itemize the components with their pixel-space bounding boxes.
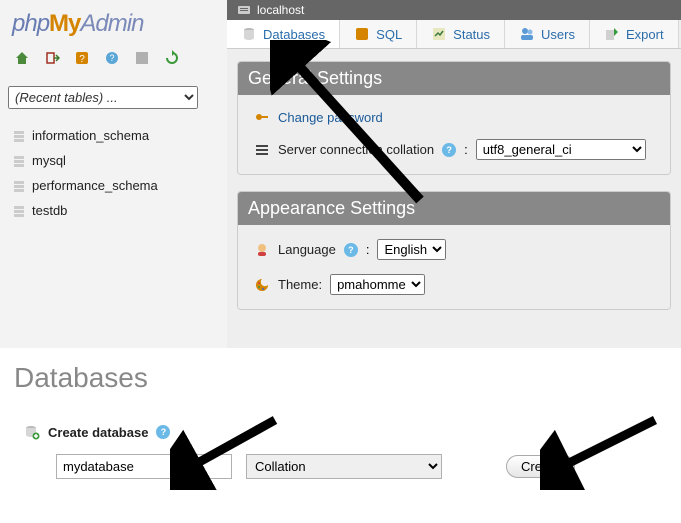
database-name-input[interactable] xyxy=(56,454,232,479)
reload-icon[interactable] xyxy=(164,50,180,66)
database-icon xyxy=(12,179,26,193)
databases-icon xyxy=(241,26,257,42)
database-icon xyxy=(12,204,26,218)
collation-icon xyxy=(254,142,270,158)
tab-bar: Databases SQL Status Users Export xyxy=(227,20,681,49)
collation-label: Server connection collation xyxy=(278,142,434,157)
create-db-icon xyxy=(24,424,40,440)
help-icon[interactable]: ? xyxy=(156,425,170,439)
svg-text:?: ? xyxy=(79,54,85,65)
tab-status[interactable]: Status xyxy=(417,20,505,48)
tab-users[interactable]: Users xyxy=(505,20,590,48)
breadcrumb: localhost xyxy=(227,0,681,20)
svg-text:?: ? xyxy=(109,53,114,63)
create-database-label: Create database xyxy=(48,425,148,440)
database-icon xyxy=(12,129,26,143)
language-label: Language xyxy=(278,242,336,257)
status-icon xyxy=(431,26,447,42)
db-item[interactable]: information_schema xyxy=(8,123,219,148)
query-icon[interactable]: ? xyxy=(74,50,90,66)
breadcrumb-host: localhost xyxy=(257,3,304,17)
change-password-link[interactable]: Change password xyxy=(278,110,383,125)
logout-icon[interactable] xyxy=(44,50,60,66)
theme-label: Theme: xyxy=(278,277,322,292)
create-button[interactable]: Create xyxy=(506,455,575,478)
users-icon xyxy=(519,26,535,42)
collation-select[interactable]: utf8_general_ci xyxy=(476,139,646,160)
sidebar-toolbar: ? ? xyxy=(8,46,219,82)
password-icon xyxy=(254,109,270,125)
theme-select[interactable]: pmahomme xyxy=(330,274,425,295)
appearance-settings-panel: Appearance Settings Language ? : English… xyxy=(237,191,671,310)
help-icon[interactable]: ? xyxy=(442,143,456,157)
database-icon xyxy=(12,154,26,168)
phpmyadmin-logo: phpMyAdmin xyxy=(8,6,219,46)
settings-icon[interactable] xyxy=(134,50,150,66)
tab-sql[interactable]: SQL xyxy=(340,20,417,48)
home-icon[interactable] xyxy=(14,50,30,66)
page-title: Databases xyxy=(10,362,671,394)
main-panel: localhost Databases SQL Status Users Exp… xyxy=(227,0,681,348)
language-icon xyxy=(254,242,270,258)
db-item[interactable]: mysql xyxy=(8,148,219,173)
tab-databases[interactable]: Databases xyxy=(227,20,340,48)
docs-icon[interactable]: ? xyxy=(104,50,120,66)
db-item[interactable]: performance_schema xyxy=(8,173,219,198)
panel-title: General Settings xyxy=(238,62,670,95)
databases-page: Databases Create database ? Collation Cr… xyxy=(0,348,681,499)
export-icon xyxy=(604,26,620,42)
language-select[interactable]: English xyxy=(377,239,446,260)
tab-export[interactable]: Export xyxy=(590,20,679,48)
database-list: information_schema mysql performance_sch… xyxy=(8,123,219,223)
theme-icon xyxy=(254,277,270,293)
server-icon xyxy=(237,3,251,17)
general-settings-panel: General Settings Change password Server … xyxy=(237,61,671,175)
create-collation-select[interactable]: Collation xyxy=(246,454,442,479)
recent-tables-select[interactable]: (Recent tables) ... xyxy=(8,86,198,109)
help-icon[interactable]: ? xyxy=(344,243,358,257)
db-item[interactable]: testdb xyxy=(8,198,219,223)
sidebar: phpMyAdmin ? ? (Recent tables) ... infor… xyxy=(0,0,227,348)
sql-icon xyxy=(354,26,370,42)
panel-title: Appearance Settings xyxy=(238,192,670,225)
